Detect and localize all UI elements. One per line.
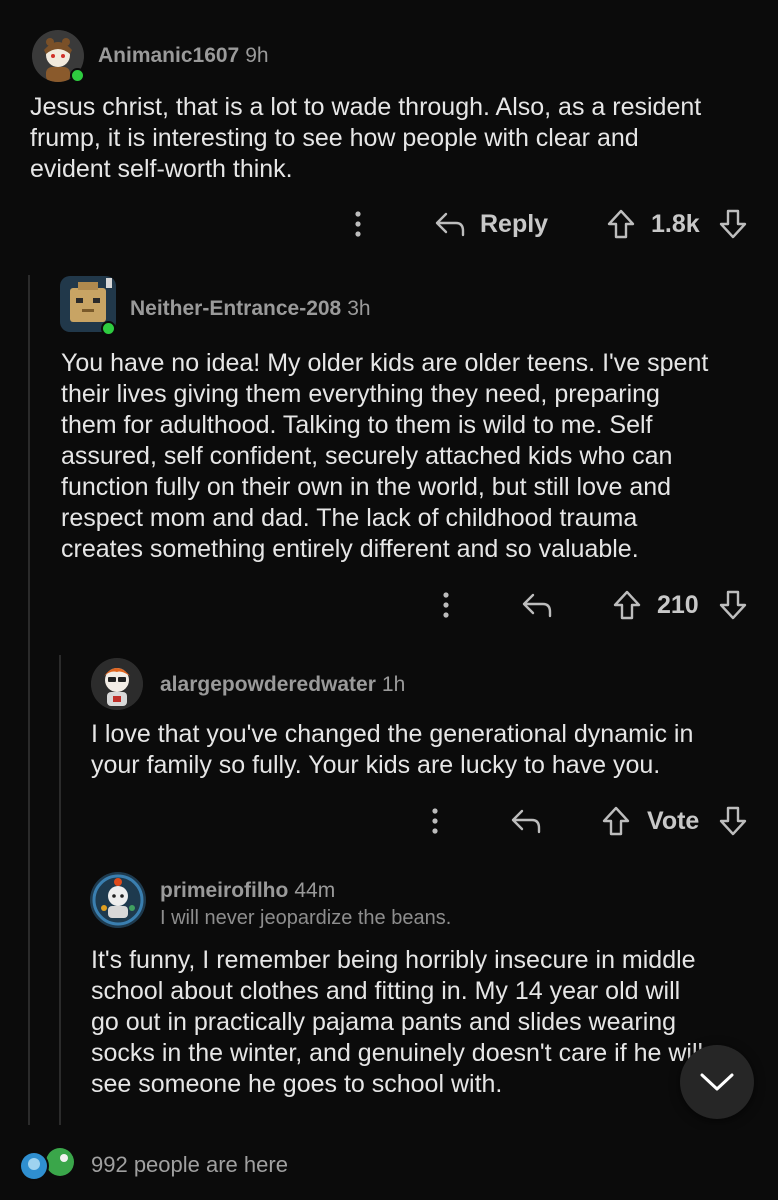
vote-label[interactable]: Vote bbox=[647, 807, 699, 836]
vote-count: 210 bbox=[657, 591, 699, 619]
timestamp: 1h bbox=[381, 673, 406, 696]
reply-icon[interactable] bbox=[510, 807, 542, 835]
scroll-down-button[interactable] bbox=[680, 1045, 754, 1119]
more-icon[interactable] bbox=[352, 208, 364, 240]
downvote-icon[interactable] bbox=[718, 208, 748, 240]
presence-avatars bbox=[16, 1146, 76, 1182]
upvote-icon[interactable] bbox=[612, 589, 642, 621]
comment-body: Jesus christ, that is a lot to wade thro… bbox=[30, 93, 702, 183]
username[interactable]: Animanic1607 9h bbox=[98, 44, 269, 68]
comment-body: I love that you've changed the generatio… bbox=[91, 720, 694, 779]
reply-icon[interactable] bbox=[434, 210, 466, 238]
presence-count: 992 people are here bbox=[91, 1152, 288, 1177]
avatar[interactable] bbox=[91, 658, 143, 710]
timestamp: 44m bbox=[294, 879, 336, 902]
vote-count: 1.8k bbox=[651, 210, 700, 238]
downvote-icon[interactable] bbox=[718, 805, 748, 837]
online-indicator bbox=[70, 68, 85, 83]
upvote-icon[interactable] bbox=[601, 805, 631, 837]
timestamp: 9h bbox=[245, 44, 269, 67]
upvote-icon[interactable] bbox=[606, 208, 636, 240]
downvote-icon[interactable] bbox=[718, 589, 748, 621]
comment-body: It's funny, I remember being horribly in… bbox=[91, 946, 704, 1098]
username[interactable]: alargepowderedwater 1h bbox=[160, 673, 405, 697]
more-icon[interactable] bbox=[429, 805, 441, 837]
presence-bar: 992 people are here bbox=[0, 1130, 778, 1200]
reply-icon[interactable] bbox=[521, 591, 553, 619]
comment-actions: Vote bbox=[0, 803, 778, 839]
thread-line bbox=[28, 275, 30, 1125]
comment-actions: Reply 1.8k bbox=[0, 206, 778, 242]
more-icon[interactable] bbox=[440, 589, 452, 621]
username[interactable]: primeirofilho 44m bbox=[160, 879, 335, 903]
comment-actions: 210 bbox=[0, 587, 778, 623]
thread-line bbox=[59, 655, 61, 1125]
user-flair: I will never jeopardize the beans. bbox=[160, 907, 452, 929]
online-indicator bbox=[101, 321, 116, 336]
reply-button[interactable]: Reply bbox=[480, 210, 548, 239]
comment-body: You have no idea! My older kids are olde… bbox=[61, 349, 709, 563]
username[interactable]: Neither-Entrance-208 3h bbox=[130, 297, 371, 321]
avatar[interactable] bbox=[90, 872, 146, 928]
chevron-down-icon bbox=[699, 1071, 735, 1093]
timestamp: 3h bbox=[347, 297, 371, 320]
